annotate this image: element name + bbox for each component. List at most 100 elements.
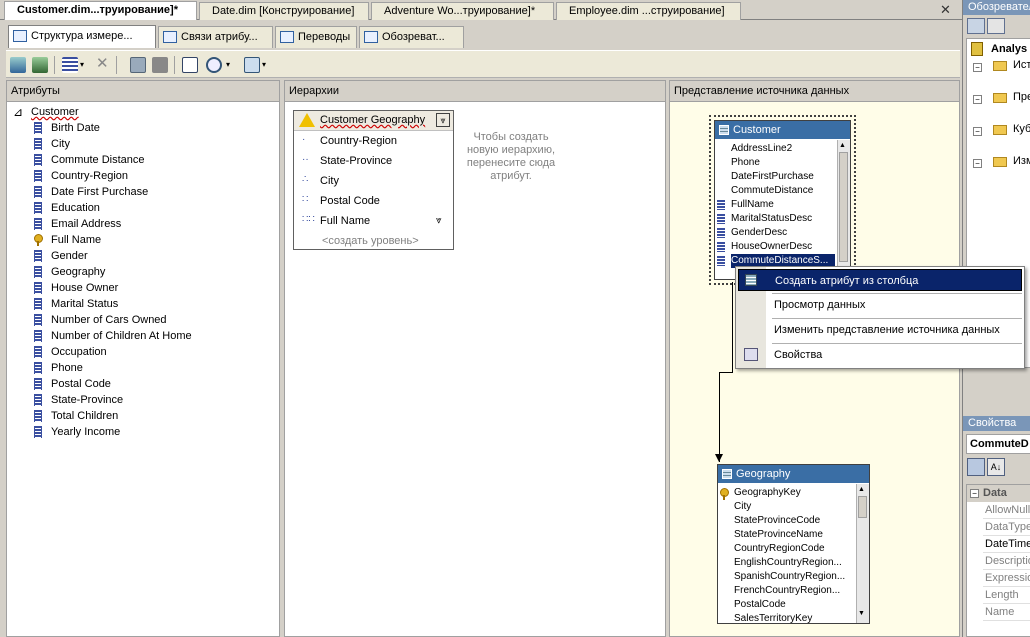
attribute-item[interactable]: Geography [34, 264, 105, 280]
hierarchy-level[interactable]: ∷ Postal Code [302, 194, 380, 207]
doc-tab-date[interactable]: Date.dim [Конструирование] [199, 2, 369, 20]
arrange-icon[interactable] [244, 57, 260, 73]
table-column[interactable]: SpanishCountryRegion... [734, 570, 845, 584]
table-column[interactable]: CountryRegionCode [734, 542, 825, 556]
attribute-item[interactable]: Education [34, 200, 100, 216]
project-node[interactable]: Analys [991, 41, 1027, 57]
dropdown-arrow-icon[interactable]: ▾ [80, 57, 88, 73]
grid-icon[interactable] [130, 57, 146, 73]
expand-icon[interactable]: ⩔ [436, 215, 442, 226]
attribute-item[interactable]: Postal Code [34, 376, 111, 392]
property-row[interactable]: Name [983, 604, 1030, 621]
tab-attribute-relationships[interactable]: Связи атрибу... [158, 26, 273, 48]
collapse-icon[interactable]: − [973, 63, 982, 72]
table-column[interactable]: HouseOwnerDesc [717, 240, 812, 254]
table-column[interactable]: City [734, 500, 751, 514]
hierarchy-level[interactable]: ∷∷ Full Name [302, 214, 370, 227]
hierarchy-level[interactable]: ∴ City [302, 174, 339, 187]
doc-tab-adventure-works[interactable]: Adventure Wo...труирование]* [371, 2, 554, 20]
table-column[interactable]: AddressLine2 [731, 142, 792, 156]
table-column[interactable]: StateProvinceCode [734, 514, 820, 528]
table-column[interactable]: CommuteDistance [731, 184, 813, 198]
property-row[interactable]: DataType [983, 519, 1030, 536]
attribute-item[interactable]: Phone [34, 360, 83, 376]
hierarchy-name[interactable]: Customer Geography [320, 114, 425, 126]
property-row[interactable]: Length [983, 587, 1030, 604]
categorized-icon[interactable] [967, 458, 985, 476]
vertical-scrollbar[interactable]: ▲ [837, 140, 850, 279]
collapse-icon[interactable]: ⩔ [436, 113, 450, 127]
collapse-icon[interactable]: − [973, 95, 982, 104]
attribute-item[interactable]: Full Name [34, 232, 101, 248]
attribute-item[interactable]: Date First Purchase [34, 184, 148, 200]
tree-node-data-source-views[interactable]: Пре [1013, 89, 1030, 105]
new-level-placeholder[interactable]: <создать уровень> [322, 235, 419, 247]
tree-node-cubes[interactable]: Куб [1013, 121, 1030, 137]
table-icon[interactable] [152, 57, 168, 73]
attribute-item[interactable]: Number of Children At Home [34, 328, 192, 344]
hierarchy-level[interactable]: ·· State-Province [302, 154, 392, 167]
attribute-item[interactable]: Number of Cars Owned [34, 312, 167, 328]
tab-dimension-structure[interactable]: Структура измере... [8, 25, 156, 48]
menu-item-explore-data[interactable]: Просмотр данных [738, 294, 1022, 316]
menu-item-create-attribute[interactable]: Создать атрибут из столбца [738, 269, 1022, 291]
table-column[interactable]: FullName [717, 198, 774, 212]
scroll-down-icon[interactable]: ▼ [858, 610, 865, 617]
property-row[interactable]: Expression [983, 570, 1030, 587]
delete-icon[interactable]: ✕ [96, 56, 112, 73]
alphabetical-icon[interactable]: A↓ [987, 458, 1005, 476]
show-all-files-icon[interactable] [987, 18, 1005, 34]
attribute-item[interactable]: Occupation [34, 344, 107, 360]
tab-translations[interactable]: Переводы [275, 26, 357, 48]
properties-object-selector[interactable]: CommuteD [966, 434, 1030, 454]
dimension-root[interactable]: ⊿ Customer [13, 104, 79, 120]
scroll-up-icon[interactable]: ▲ [858, 486, 865, 493]
property-row[interactable]: AllowNull [983, 502, 1030, 519]
attribute-item[interactable]: Gender [34, 248, 88, 264]
menu-item-edit-dsv[interactable]: Изменить представление источника данных [738, 319, 1022, 341]
attribute-item[interactable]: Birth Date [34, 120, 100, 136]
hierarchy-box[interactable]: Customer Geography ⩔ · Country-Region ·· St… [293, 110, 454, 250]
table-column[interactable]: PostalCode [734, 598, 786, 612]
table-customer[interactable]: Customer AddressLine2 Phone DateFirstPurch… [709, 115, 856, 285]
scroll-thumb[interactable] [839, 152, 848, 262]
attribute-item[interactable]: Country-Region [34, 168, 128, 184]
property-row[interactable]: Description [983, 553, 1030, 570]
dropdown-arrow-icon[interactable]: ▾ [226, 57, 234, 73]
close-icon[interactable]: ✕ [940, 2, 951, 18]
tab-browser[interactable]: Обозреват... [359, 26, 464, 48]
scroll-up-icon[interactable]: ▲ [839, 142, 846, 149]
table-geography[interactable]: Geography GeographyKey City StateProvinceC… [717, 464, 870, 624]
collapse-icon[interactable]: − [973, 159, 982, 168]
attribute-item[interactable]: House Owner [34, 280, 118, 296]
process-icon[interactable] [10, 57, 26, 73]
collapse-icon[interactable]: − [970, 489, 979, 498]
dropdown-arrow-icon[interactable]: ▾ [262, 57, 270, 73]
attribute-item[interactable]: Yearly Income [34, 424, 120, 440]
attribute-item[interactable]: Commute Distance [34, 152, 145, 168]
find-table-icon[interactable] [182, 57, 198, 73]
hierarchy-level[interactable]: · Country-Region [302, 134, 397, 147]
table-column[interactable]: StateProvinceName [734, 528, 823, 542]
vertical-scrollbar[interactable]: ▲ ▼ [856, 484, 869, 623]
properties-icon[interactable] [967, 18, 985, 34]
property-row[interactable]: DateTimeM [983, 536, 1030, 553]
menu-item-properties[interactable]: Свойства [738, 344, 1022, 366]
table-column[interactable]: MaritalStatusDesc [717, 212, 812, 226]
attribute-item[interactable]: Marital Status [34, 296, 118, 312]
attribute-item[interactable]: Total Children [34, 408, 118, 424]
collapse-icon[interactable]: − [973, 127, 982, 136]
doc-tab-customer[interactable]: Customer.dim...труирование]* [4, 1, 197, 20]
attribute-item[interactable]: City [34, 136, 70, 152]
table-column[interactable]: GeographyKey [720, 486, 801, 500]
doc-tab-employee[interactable]: Employee.dim ...струирование] [556, 2, 741, 20]
table-column[interactable]: DateFirstPurchase [731, 170, 814, 184]
refresh-icon[interactable] [32, 57, 48, 73]
tree-node-dimensions[interactable]: Изм [1013, 153, 1030, 169]
attribute-item[interactable]: Email Address [34, 216, 121, 232]
attribute-item[interactable]: State-Province [34, 392, 123, 408]
table-column[interactable]: FrenchCountryRegion... [734, 584, 840, 598]
table-column[interactable]: EnglishCountryRegion... [734, 556, 842, 570]
table-column[interactable]: GenderDesc [717, 226, 787, 240]
tree-node-data-sources[interactable]: Ист [1013, 57, 1030, 73]
